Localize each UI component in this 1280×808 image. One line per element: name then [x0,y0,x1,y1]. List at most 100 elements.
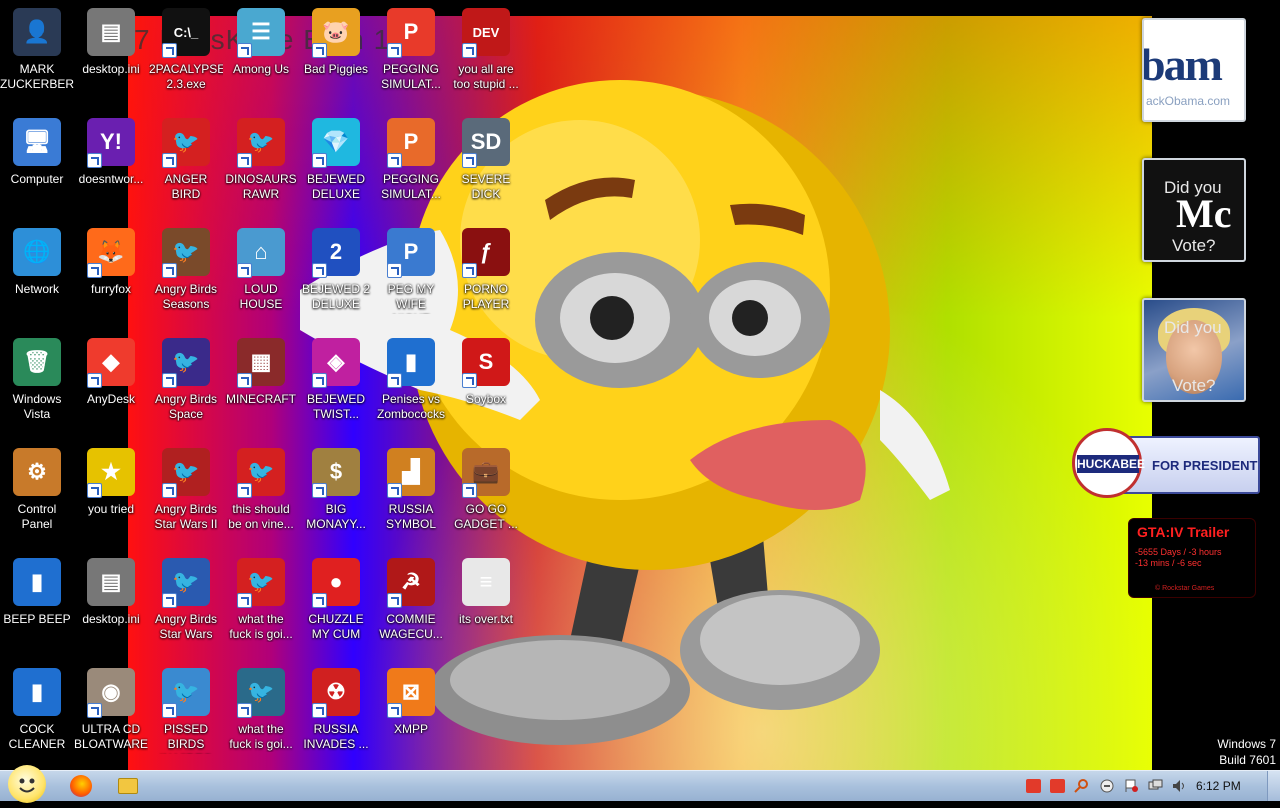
desktop-icon[interactable]: DEV you all are too stupid ... [449,4,523,112]
desktop-icon[interactable]: ▮ COCK CLEANER [0,664,74,770]
clock[interactable]: 6:12 PM [1196,779,1241,793]
desktop-icon[interactable]: 🐦 ANGER BIRD [149,114,223,222]
desktop-icon-label: Windows Vista [12,392,62,421]
desktop-icon[interactable]: ▤ desktop.ini [74,554,148,662]
shortcut-arrow-icon [462,153,477,168]
desktop-icon[interactable]: S Soybox [449,334,523,442]
desktop-icon[interactable]: 🐦 Angry Birds Star Wars II [149,444,223,552]
desktop-icon[interactable]: ⌂ LOUD HOUSE [224,224,298,332]
user-folder-icon: 👤 [13,8,61,56]
desktop-icon[interactable]: 🐦 DINOSAURS RAWR [224,114,298,222]
desktop-icon[interactable]: 🐦 Angry Birds Space [149,334,223,442]
star-icon: ★ [87,448,135,498]
desktop-icon[interactable]: ▮ Penises vs Zombococks [374,334,448,442]
firefox-taskbar-icon[interactable] [70,775,92,797]
gta-countdown-gadget[interactable]: GTA:IV Trailer -5655 Days / -3 hours -13… [1128,518,1256,598]
desktop-icon[interactable]: 🌐 Network [0,224,74,332]
shortcut-arrow-icon [162,153,177,168]
desktop-icon-label: BEEP BEEP [3,612,71,626]
desktop-icon[interactable]: 🖥 Computer [0,114,74,222]
desktop-icon[interactable]: 🐦 what the fuck is goi... [224,554,298,662]
desktop-icon[interactable]: ƒ PORNO PLAYER [449,224,523,332]
desktop-icon[interactable]: 🐦 Angry Birds Star Wars [149,554,223,662]
shortcut-arrow-icon [387,483,402,498]
desktop-icon-label: Control Panel [17,502,57,531]
peggle-icon: P [387,8,435,58]
minus-circle-tray-icon[interactable] [1100,779,1115,793]
desktop-icon[interactable]: 🐦 PISSED BIRDS IN VIDEO G... [149,664,223,770]
desktop-icon-label: 2PACALYPSE 2.3.exe [149,62,223,91]
angry-birds-icon: 🐦 [237,118,285,168]
anydesk-tray-icon-2[interactable] [1050,779,1065,793]
shortcut-arrow-icon [87,373,102,388]
desktop-icon[interactable]: 🐦 Angry Birds Seasons [149,224,223,332]
desktop[interactable]: 7 BossKa ie E on 12 👤MARK ZUCKERBERG🖥Com… [0,0,1280,770]
desktop-icon-label: PEGGING SIMULAT... [381,172,441,201]
desktop-icon[interactable]: 🐷 Bad Piggies [299,4,373,112]
desktop-icon[interactable]: P PEG MY WIFE NIGHT [374,224,448,332]
start-button[interactable] [8,765,46,803]
mccain-gadget[interactable]: Did you Mc Vote? [1142,158,1246,262]
clinton-gadget[interactable]: Did you Vote? [1142,298,1246,402]
briefcase-icon: 💼 [462,448,510,498]
desktop-icon[interactable]: ◈ BEJEWED TWIST... [299,334,373,442]
desktop-icon[interactable]: 💎 BEJEWED DELUXE [299,114,373,222]
desktop-icon[interactable]: 🗑 Windows Vista [0,334,74,442]
desktop-icon-label: doesntwor... [78,172,144,186]
explorer-taskbar-icon[interactable] [118,778,138,794]
mccain-logo-text: Mc [1176,191,1232,236]
settings-file-icon: ▤ [87,8,135,56]
desktop-icon[interactable]: ▤ desktop.ini [74,4,148,112]
bejeweled-twist-icon: ◈ [312,338,360,388]
desktop-icon[interactable]: ▟ RUSSIA SYMBOL [374,444,448,552]
desktop-icon-label: you tried [87,502,135,516]
desktop-icon[interactable]: ● CHUZZLE MY CUM [299,554,373,662]
desktop-icon[interactable]: ☭ COMMIE WAGECU... [374,554,448,662]
flag-tray-icon[interactable] [1124,779,1139,793]
desktop-icon[interactable]: ★ you tried [74,444,148,552]
among-us-icon: ☰ [237,8,285,58]
cd-icon: ◉ [87,668,135,718]
desktop-icon-label: RUSSIA INVADES ... [303,722,369,751]
show-desktop-button[interactable] [1267,771,1280,801]
desktop-icon[interactable]: ◉ ULTRA CD BLOATWARE [74,664,148,770]
blue-file-icon: ▮ [13,558,61,606]
desktop-icon[interactable]: ◆ AnyDesk [74,334,148,442]
desktop-icon[interactable]: ▮ BEEP BEEP [0,554,74,662]
desktop-icon[interactable]: P PEGGING SIMULAT... [374,114,448,222]
peggle-icon: P [387,118,435,168]
desktop-icon[interactable]: 2 BEJEWED 2 DELUXE [299,224,373,332]
desktop-icon[interactable]: Y! doesntwor... [74,114,148,222]
desktop-icon[interactable]: P PEGGING SIMULAT... [374,4,448,112]
desktop-icon-label: desktop.ini [82,62,140,76]
desktop-icon[interactable]: ☰ Among Us [224,4,298,112]
desktop-icon[interactable]: 👤 MARK ZUCKERBERG [0,4,74,112]
anydesk-tray-icon[interactable] [1026,779,1041,793]
desktop-icon[interactable]: 🐦 this should be on vine... [224,444,298,552]
desktop-icon[interactable]: C:\_ 2PACALYPSE 2.3.exe [149,4,223,112]
computer-icon: 🖥 [13,118,61,166]
desktop-icon[interactable]: ☢ RUSSIA INVADES ... [299,664,373,770]
desktop-icon[interactable]: 💼 GO GO GADGET ... [449,444,523,552]
desktop-icon-label: Angry Birds Seasons [154,282,218,311]
desktop-icon[interactable]: ▦ MINECRAFT [224,334,298,442]
desktop-icon[interactable]: ⚙ Control Panel [0,444,74,552]
volume-tray-icon[interactable] [1172,779,1187,793]
desktop-icon[interactable]: SD SEVERE DICK [449,114,523,222]
angry-birds-icon: 🐦 [162,668,210,718]
desktop-icon[interactable]: 🐦 what the fuck is goi... [224,664,298,770]
network-tray-icon[interactable] [1148,779,1163,793]
desktop-icon-label: AnyDesk [86,392,136,406]
bad-piggies-icon: 🐷 [312,8,360,58]
desktop-icon[interactable]: $ BIG MONAYY... [299,444,373,552]
for-president-text: FOR PRESIDENT [1152,458,1258,473]
desktop-icon-label: BEJEWED TWIST... [306,392,365,421]
desktop-icon[interactable]: ⊠ XMPP [374,664,448,770]
desktop-icon[interactable]: ≡ its over.txt [449,554,523,662]
search-tray-icon[interactable] [1074,779,1089,793]
shortcut-arrow-icon [312,703,327,718]
huckabee-gadget[interactable]: FOR PRESIDENT HUCKABEE [1072,428,1260,498]
gta-title: GTA:IV Trailer [1137,524,1230,540]
obama-gadget[interactable]: bam ackObama.com [1142,18,1246,122]
desktop-icon[interactable]: 🦊 furryfox [74,224,148,332]
